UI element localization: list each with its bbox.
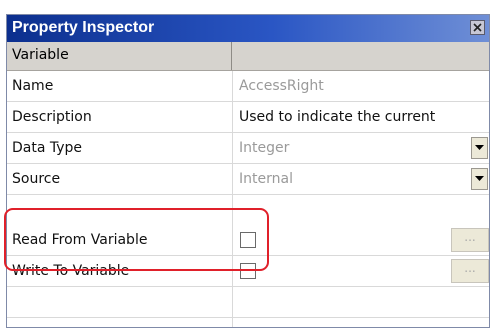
property-value-source[interactable]: Internal	[239, 171, 293, 187]
read-from-variable-browse-button[interactable]: ...	[451, 228, 489, 252]
panel-title: Property Inspector	[12, 19, 155, 36]
property-value-name[interactable]: AccessRight	[239, 78, 324, 94]
property-value-data-type[interactable]: Integer	[239, 140, 289, 156]
grid-header: Variable	[7, 42, 489, 71]
column-header-variable: Variable	[7, 42, 232, 70]
property-label: Write To Variable	[12, 263, 130, 279]
property-label: Name	[12, 78, 54, 94]
source-dropdown-button[interactable]	[471, 168, 488, 190]
title-bar: Property Inspector	[7, 15, 489, 42]
chevron-down-icon	[475, 145, 484, 151]
data-type-dropdown-button[interactable]	[471, 137, 488, 159]
property-inspector-panel: Property Inspector Variable Name AccessR…	[6, 14, 490, 328]
empty-row	[7, 287, 489, 318]
chevron-down-icon	[475, 176, 484, 182]
column-header-label: Variable	[12, 47, 69, 63]
write-to-variable-checkbox[interactable]	[240, 263, 256, 279]
property-row-write-to-variable: Write To Variable ...	[7, 256, 489, 287]
property-label: Data Type	[12, 140, 83, 156]
property-value-description[interactable]: Used to indicate the current	[239, 109, 435, 125]
property-label: Description	[12, 109, 92, 125]
property-row-data-type: Data Type Integer	[7, 133, 489, 164]
column-divider	[232, 71, 233, 327]
write-to-variable-browse-button[interactable]: ...	[451, 259, 489, 283]
property-label: Read From Variable	[12, 232, 148, 248]
property-row-description: Description Used to indicate the current	[7, 102, 489, 133]
property-label: Source	[12, 171, 61, 187]
property-row-source: Source Internal	[7, 164, 489, 195]
read-from-variable-checkbox[interactable]	[240, 232, 256, 248]
property-row-read-from-variable: Read From Variable ...	[7, 225, 489, 256]
property-row-name: Name AccessRight	[7, 71, 489, 102]
close-icon[interactable]	[470, 20, 485, 35]
property-grid: Variable Name AccessRight Description Us…	[7, 42, 489, 327]
